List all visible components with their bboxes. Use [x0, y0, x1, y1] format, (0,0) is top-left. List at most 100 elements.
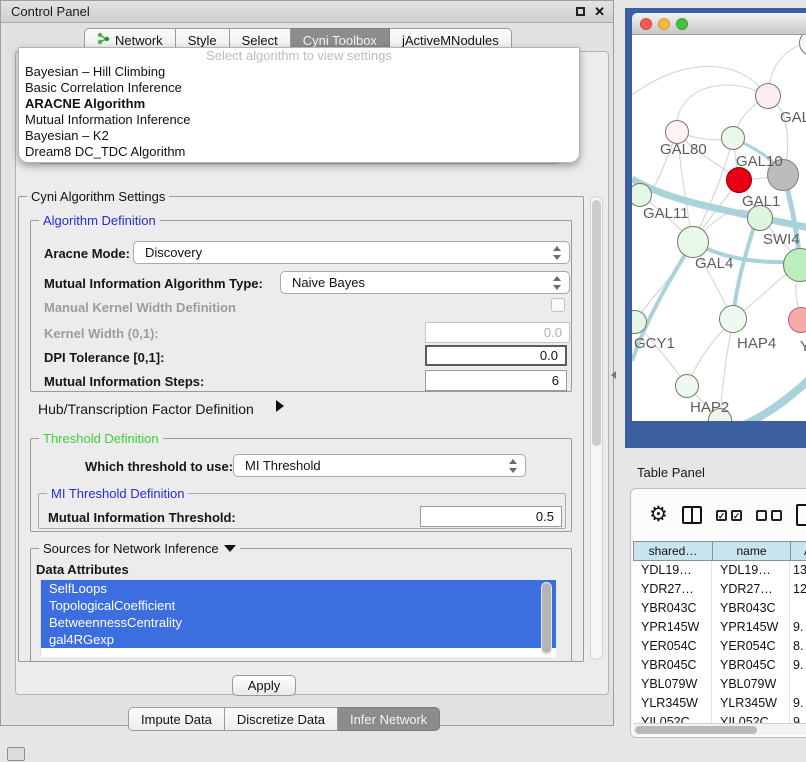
zoom-window-icon[interactable] — [676, 18, 688, 30]
close-window-icon[interactable] — [640, 18, 652, 30]
network-icon — [97, 32, 110, 48]
node-label: GAL11 — [643, 205, 689, 222]
algorithm-option-selected[interactable]: ARACNE Algorithm — [19, 96, 579, 112]
algorithm-option[interactable]: Basic Correlation Inference — [19, 80, 579, 96]
aracne-mode-value: Discovery — [145, 245, 202, 260]
minimized-panel-grip[interactable] — [7, 747, 25, 761]
scrollbar-thumb[interactable] — [635, 726, 757, 734]
table-row[interactable]: YPR145WYPR145W9. — [633, 618, 806, 637]
settings-scrollbar[interactable] — [590, 196, 603, 660]
manual-kernel-label: Manual Kernel Width Definition — [44, 300, 236, 315]
algorithm-option[interactable]: Mutual Information Inference — [19, 112, 579, 128]
attribute-item[interactable]: gal4RGexp — [41, 631, 556, 648]
attribute-item[interactable]: BetweennessCentrality — [41, 614, 556, 631]
tab-discretize-data[interactable]: Discretize Data — [225, 707, 338, 731]
kernel-width-field[interactable]: 0.0 — [425, 322, 570, 343]
table-toolbar: ⚙ ✓ ✓ — [631, 489, 806, 541]
splitter-collapse-icon[interactable] — [611, 371, 616, 379]
apply-button[interactable]: Apply — [232, 675, 296, 696]
node-label: HAP4 — [737, 335, 776, 352]
tab-impute-data[interactable]: Impute Data — [128, 707, 225, 731]
network-canvas[interactable]: GAL GAL80 GAL10 GAL1 GAL11 SWI4 GAL4 GCY… — [632, 35, 806, 421]
minimize-window-icon[interactable] — [658, 18, 670, 30]
control-panel-title: Control Panel — [11, 4, 90, 19]
node-label: Y — [800, 338, 806, 355]
attribute-item[interactable]: TopologicalCoefficient — [41, 597, 556, 614]
table-row[interactable]: YER054CYER054C8. — [633, 637, 806, 656]
checked-checkbox-icon: ✓ — [731, 510, 742, 521]
columns-icon[interactable] — [682, 506, 702, 524]
unselect-all-columns-icon[interactable] — [756, 510, 782, 521]
mi-type-combobox[interactable]: Naive Bayes — [280, 271, 570, 294]
combo-spinner-icon — [553, 275, 562, 291]
combo-spinner-icon — [553, 245, 562, 261]
attribute-item[interactable]: SelfLoops — [41, 580, 556, 597]
table-row[interactable]: YDR27…YDR27…12 — [633, 580, 806, 599]
mi-type-label: Mutual Information Algorithm Type: — [44, 276, 263, 291]
sources-legend-text: Sources for Network Inference — [43, 541, 219, 556]
sources-legend: Sources for Network Inference — [39, 541, 240, 556]
dpi-tolerance-field[interactable]: 0.0 — [425, 345, 567, 366]
checked-checkbox-icon: ✓ — [716, 510, 727, 521]
tab-infer-network[interactable]: Infer Network — [338, 707, 440, 731]
scrollbar-thumb[interactable] — [542, 583, 551, 653]
table-horizontal-scrollbar[interactable] — [633, 723, 806, 735]
sources-collapse-arrow-icon[interactable] — [224, 545, 236, 552]
kernel-width-label: Kernel Width (0,1): — [44, 326, 159, 341]
mi-threshold-label: Mutual Information Threshold: — [48, 510, 236, 525]
table-panel-title: Table Panel — [637, 465, 705, 480]
node-label: SWI4 — [763, 231, 800, 248]
aracne-mode-combobox[interactable]: Discovery — [133, 241, 570, 264]
attribute-table: shared… name A — [633, 541, 806, 561]
float-panel-icon[interactable] — [576, 7, 585, 16]
unchecked-checkbox-icon — [771, 510, 782, 521]
network-node-hap4[interactable] — [719, 305, 747, 333]
mi-type-value: Naive Bayes — [292, 275, 365, 290]
column-header-name[interactable]: name — [712, 541, 790, 561]
attribute-list-scrollbar[interactable] — [541, 582, 552, 655]
aracne-mode-label: Aracne Mode: — [44, 246, 130, 261]
table-panel: ⚙ ✓ ✓ shared… name A YDL19…YDL19…13 YDR2… — [630, 488, 806, 738]
table-row[interactable]: YLR345WYLR345W9. — [633, 694, 806, 713]
mi-threshold-legend: MI Threshold Definition — [47, 486, 188, 501]
node-label: GAL10 — [736, 153, 783, 170]
close-panel-icon[interactable]: ✕ — [594, 4, 605, 20]
table-header-row: shared… name A — [633, 541, 806, 561]
table-rows: YDL19…YDL19…13 YDR27…YDR27…12 YBR043CYBR… — [633, 561, 806, 723]
network-node-gal1-red[interactable] — [726, 167, 752, 193]
column-header-shared-name[interactable]: shared… — [633, 541, 712, 561]
table-row[interactable]: YIL052CYIL052C9. — [633, 713, 806, 723]
cyni-settings-legend: Cyni Algorithm Settings — [27, 189, 169, 204]
network-node[interactable] — [755, 83, 781, 109]
hub-expand-arrow-icon[interactable] — [276, 400, 284, 412]
which-threshold-value: MI Threshold — [245, 458, 321, 473]
network-window-titlebar[interactable] — [632, 13, 806, 35]
algorithm-option[interactable]: Dream8 DC_TDC Algorithm — [19, 144, 579, 160]
dpi-tolerance-label: DPI Tolerance [0,1]: — [44, 350, 164, 365]
table-row[interactable]: YBR045CYBR045C9. — [633, 656, 806, 675]
combo-spinner-icon — [509, 458, 518, 474]
new-column-icon[interactable] — [796, 504, 806, 526]
network-node-hap2[interactable] — [675, 374, 699, 398]
mi-threshold-field[interactable]: 0.5 — [420, 506, 562, 527]
scrollbar-thumb[interactable] — [592, 200, 601, 446]
threshold-definition-legend: Threshold Definition — [39, 431, 163, 446]
select-all-columns-icon[interactable]: ✓ ✓ — [716, 510, 742, 521]
data-attributes-label: Data Attributes — [36, 562, 129, 577]
algorithm-option[interactable]: Bayesian – Hill Climbing — [19, 64, 579, 80]
table-row[interactable]: YBL079WYBL079W — [633, 675, 806, 694]
node-label: GAL80 — [660, 141, 707, 158]
network-node-gal4[interactable] — [677, 226, 709, 258]
algorithm-option[interactable]: Bayesian – K2 — [19, 128, 579, 144]
gear-icon[interactable]: ⚙ — [649, 505, 668, 525]
table-row[interactable]: YBR043CYBR043C — [633, 599, 806, 618]
algorithm-dropdown-popup: Select algorithm to view settings Bayesi… — [18, 47, 580, 163]
node-label: GAL4 — [695, 255, 733, 272]
manual-kernel-checkbox[interactable] — [551, 298, 565, 312]
network-node-gal10[interactable] — [721, 126, 745, 150]
which-threshold-combobox[interactable]: MI Threshold — [233, 454, 526, 477]
column-header-clipped[interactable]: A — [790, 541, 806, 561]
table-row[interactable]: YDL19…YDL19…13 — [633, 561, 806, 580]
algorithm-placeholder: Select algorithm to view settings — [19, 48, 579, 64]
mi-steps-field[interactable]: 6 — [425, 370, 567, 391]
